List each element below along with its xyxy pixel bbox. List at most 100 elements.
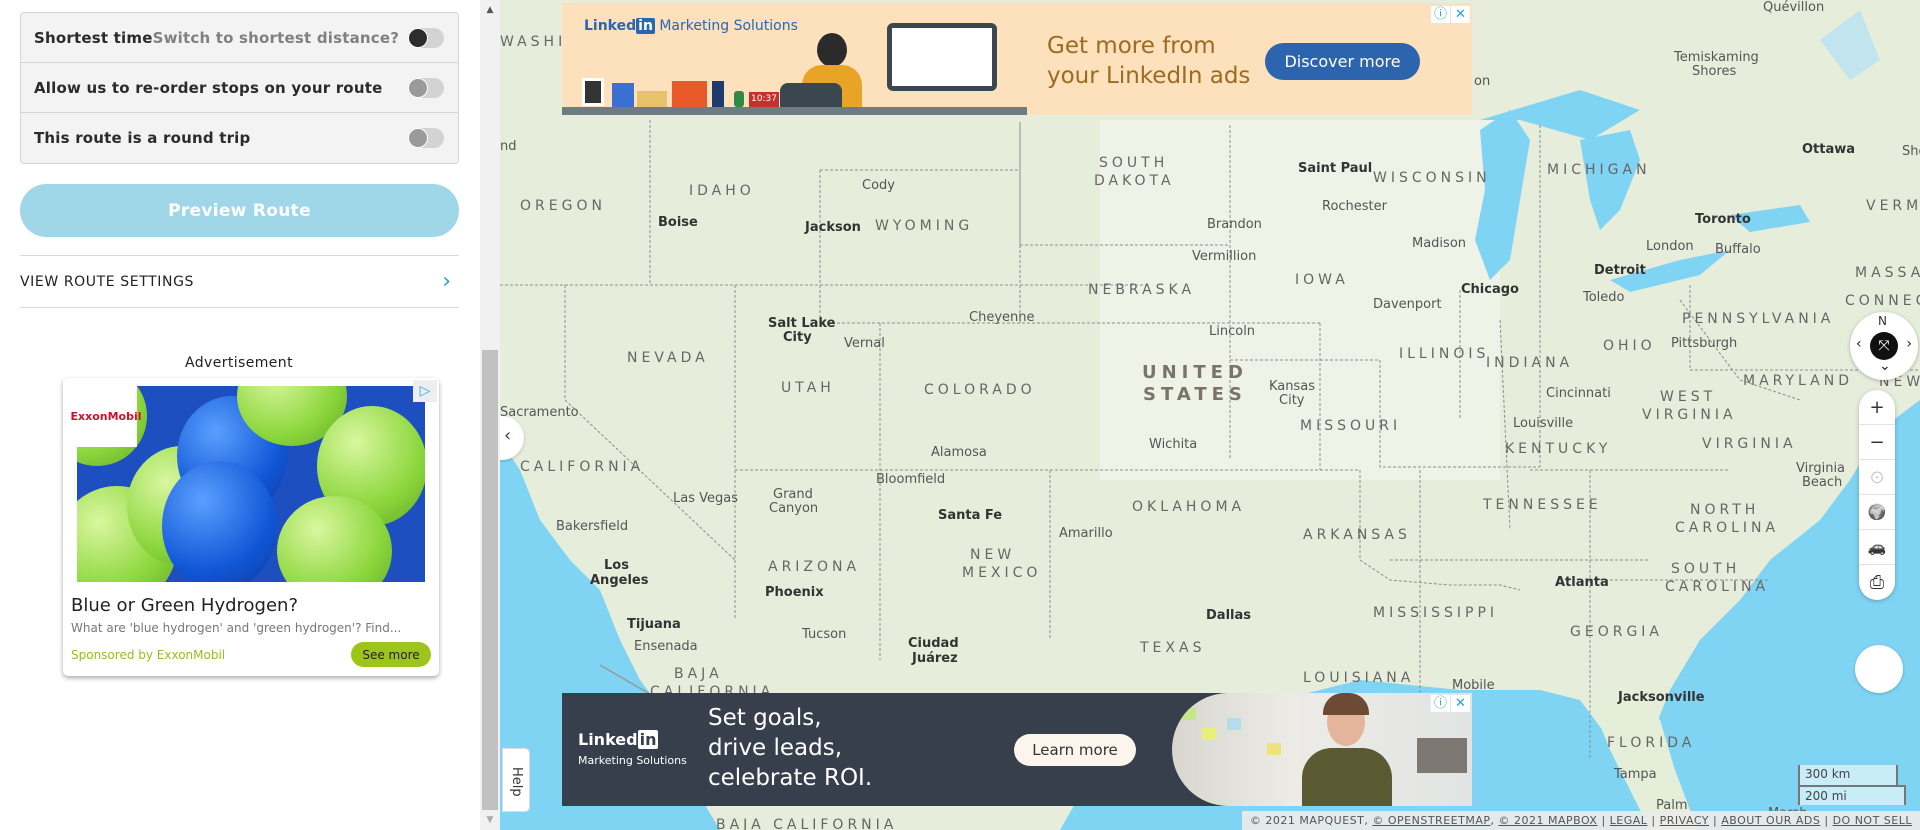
help-tab[interactable]: Help — [502, 748, 530, 812]
learn-more-button[interactable]: Learn more — [1014, 734, 1136, 766]
mapquest-app: Shortest time Switch to shortest distance… — [0, 0, 1920, 830]
frame-illustration — [582, 78, 604, 106]
bottom-banner-ad[interactable]: Linked in Marketing Solutions Set goals, … — [562, 693, 1472, 806]
state-label: LOUISIANA — [1303, 670, 1415, 686]
view-route-settings[interactable]: VIEW ROUTE SETTINGS › — [20, 255, 459, 308]
adchoices-icon[interactable]: ▷ — [413, 380, 437, 402]
ad-sponsor: Sponsored by ExxonMobil — [71, 648, 226, 662]
scroll-down-arrow[interactable]: ▼ — [480, 812, 500, 828]
top-ad-controls: ⓘ ✕ — [1431, 6, 1470, 23]
city-label: Tampa — [1614, 767, 1657, 782]
see-more-button[interactable]: See more — [351, 642, 431, 667]
zoom-in-button[interactable]: + — [1859, 390, 1895, 425]
tilt-down-icon[interactable]: ⌄ — [1879, 358, 1891, 374]
switch-distance-link[interactable]: Switch to shortest distance? — [153, 29, 400, 47]
state-label: VIRGINIA — [1642, 407, 1737, 423]
mapbox-link[interactable]: © 2021 MAPBOX — [1498, 814, 1597, 827]
compass-control[interactable]: N ‹ ⤧ › ⌄ — [1850, 312, 1918, 380]
city-label: Cheyenne — [969, 310, 1035, 325]
city-label: on — [1474, 74, 1491, 89]
toggle-knob — [408, 28, 428, 48]
info-icon[interactable]: ⓘ — [1431, 695, 1450, 712]
ad-title[interactable]: Blue or Green Hydrogen? — [71, 595, 298, 616]
city-label: Ottawa — [1802, 142, 1856, 157]
city-label: Ciudad — [908, 636, 959, 651]
ad-photo — [1172, 693, 1472, 806]
privacy-link[interactable]: PRIVACY — [1660, 814, 1709, 827]
map-action-button[interactable] — [1855, 645, 1903, 693]
state-label: NEBRASKA — [1088, 282, 1196, 298]
state-label: PENNSYLVANIA — [1682, 311, 1835, 327]
about-ads-link[interactable]: ABOUT OUR ADS — [1721, 814, 1820, 827]
close-icon[interactable]: ✕ — [1451, 695, 1470, 712]
monitor-illustration — [887, 23, 997, 91]
do-not-sell-link[interactable]: DO NOT SELL — [1833, 814, 1912, 827]
reorder-stops-toggle[interactable] — [408, 78, 444, 98]
print-icon[interactable]: ⎙ — [1859, 565, 1895, 600]
city-label: nd — [500, 139, 517, 154]
city-label: Buffalo — [1715, 242, 1761, 257]
city-label: Mobile — [1452, 678, 1495, 693]
state-label: KENTUCKY — [1505, 441, 1612, 457]
help-label: Help — [509, 767, 524, 797]
rotate-right-icon[interactable]: › — [1906, 336, 1912, 352]
city-label: Phoenix — [765, 585, 824, 600]
sidebar-ad[interactable]: ExxonMobil ▷ Blue or Green Hydrogen? Wha… — [63, 378, 439, 676]
globe-icon[interactable]: 🌍 — [1859, 495, 1895, 530]
reset-bearing-icon[interactable]: ⤧ — [1870, 332, 1898, 360]
top-banner-ad[interactable]: Linked in Marketing Solutions 10:37 Get m… — [562, 3, 1472, 115]
state-label: ARKANSAS — [1303, 527, 1411, 543]
city-label: Kansas — [1269, 379, 1316, 394]
state-label: DAKOTA — [1094, 173, 1175, 189]
panel-scrollbar[interactable]: ▲ ▼ — [480, 0, 500, 830]
map-canvas[interactable]: WASHI OREGON IDAHO WYOMING NEVADA UTAH COLORAD… — [500, 0, 1920, 830]
country-label-line1: UNITED — [1142, 362, 1248, 383]
option-label: Shortest time — [34, 28, 153, 47]
city-label: Las Vegas — [673, 491, 738, 506]
city-label: Jacksonville — [1618, 690, 1705, 705]
shortest-time-toggle[interactable] — [408, 28, 444, 48]
linkedin-logo-subtitle: Marketing Solutions — [578, 754, 687, 767]
legal-link[interactable]: LEGAL — [1610, 814, 1648, 827]
scroll-up-arrow[interactable]: ▲ — [480, 2, 500, 18]
state-label: COLORADO — [924, 382, 1036, 398]
mapquest-copyright: © 2021 MAPQUEST, — [1249, 814, 1373, 827]
scroll-thumb[interactable] — [482, 350, 498, 810]
linkedin-logo: Linked in — [578, 730, 659, 749]
state-label: SOUTH — [1671, 561, 1741, 577]
info-icon[interactable]: ⓘ — [1431, 6, 1450, 23]
route-options: Shortest time Switch to shortest distance… — [20, 12, 459, 164]
toggle-knob — [408, 128, 428, 148]
map-controls: + − ⊙ 🌍 🚗 ⎙ — [1859, 390, 1895, 600]
openstreetmap-link[interactable]: © OPENSTREETMAP — [1372, 814, 1490, 827]
city-label: Davenport — [1373, 297, 1442, 312]
discover-more-button[interactable]: Discover more — [1265, 43, 1420, 80]
north-label: N — [1878, 314, 1887, 328]
scale-mi: 200 mi — [1798, 785, 1906, 805]
city-label: Canyon — [769, 501, 819, 516]
linkedin-logo: Linked in Marketing Solutions — [584, 18, 798, 34]
city-label: City — [783, 330, 812, 345]
state-label: CONNEC — [1845, 293, 1920, 309]
zoom-out-button[interactable]: − — [1859, 425, 1895, 460]
desk-shelf — [562, 107, 1027, 115]
rotate-left-icon[interactable]: ‹ — [1856, 336, 1862, 352]
state-label: VERMO — [1866, 198, 1920, 214]
state-label: MASSAC — [1855, 265, 1920, 281]
books-illustration — [672, 81, 707, 107]
top-ad-headline: Get more from your LinkedIn ads — [1047, 33, 1251, 89]
books-illustration — [612, 83, 634, 107]
preview-route-button[interactable]: Preview Route — [20, 184, 459, 237]
option-reorder-stops: Allow us to re-order stops on your route — [21, 63, 458, 113]
round-trip-toggle[interactable] — [408, 128, 444, 148]
city-label: Quévillon — [1763, 0, 1825, 15]
locate-me-icon[interactable]: ⊙ — [1859, 460, 1895, 495]
close-icon[interactable]: ✕ — [1451, 6, 1470, 23]
person-illustration — [817, 33, 847, 67]
city-label: Beach — [1802, 475, 1843, 490]
state-label: NEVADA — [627, 350, 709, 366]
city-label: Jackson — [805, 220, 861, 235]
state-label: IOWA — [1295, 272, 1349, 288]
state-label: WEST — [1660, 389, 1717, 405]
traffic-icon[interactable]: 🚗 — [1859, 530, 1895, 565]
